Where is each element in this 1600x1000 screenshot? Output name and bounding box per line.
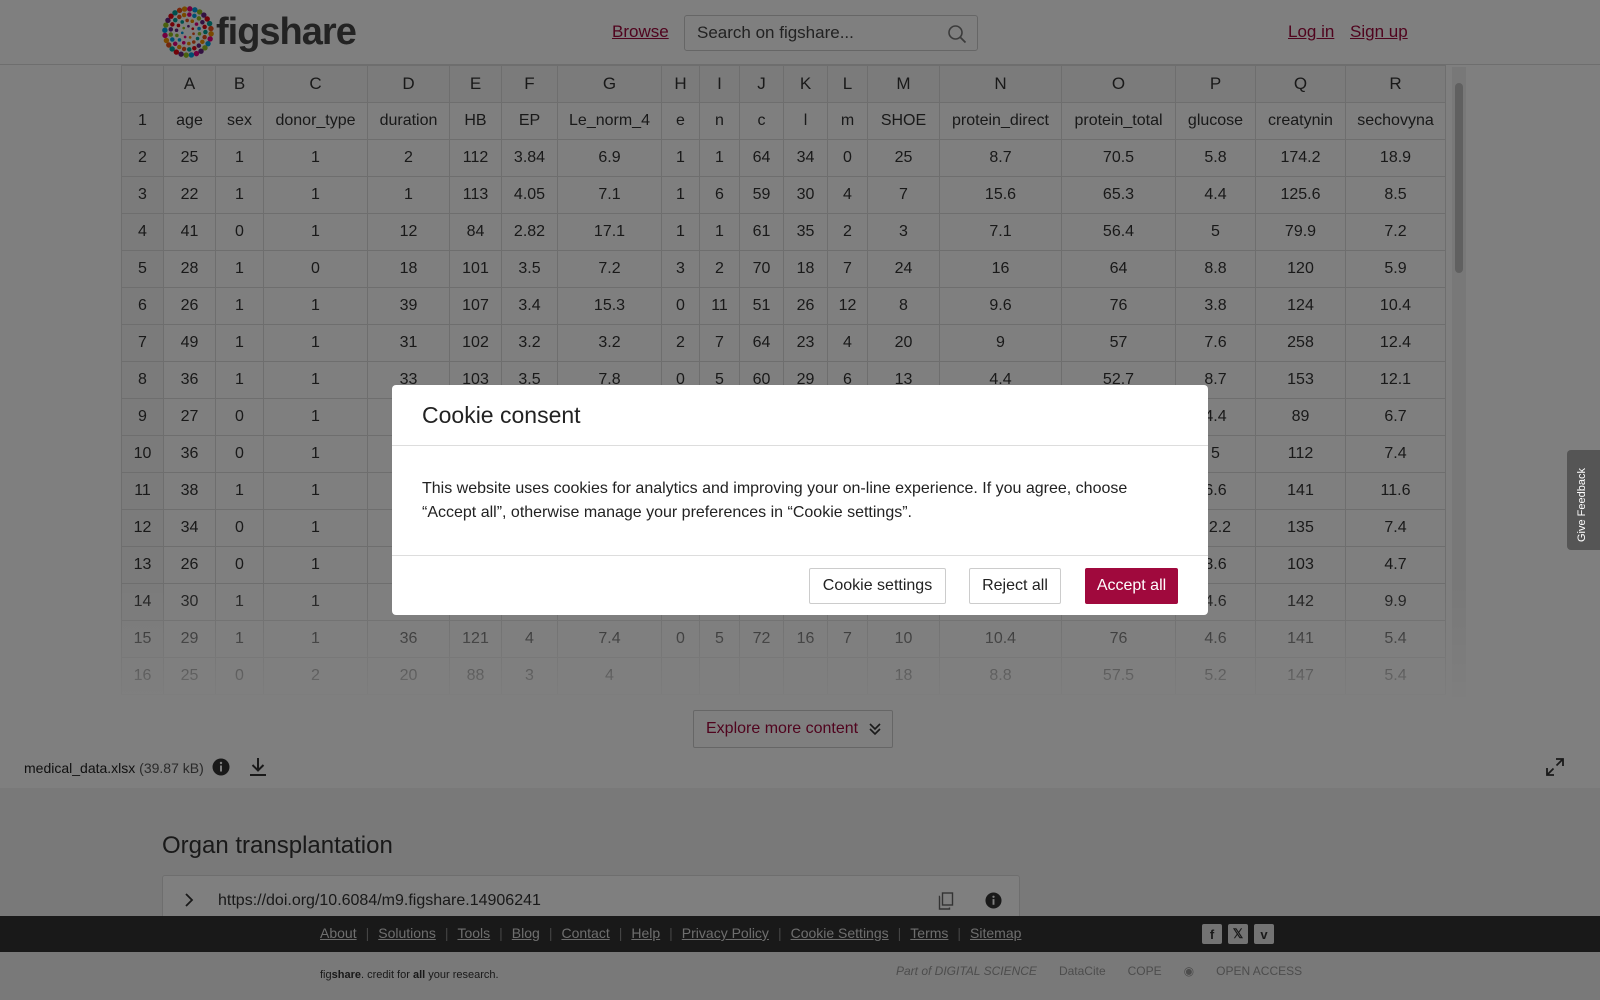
modal-footer: Cookie settings Reject all Accept all bbox=[392, 556, 1208, 615]
modal-title: Cookie consent bbox=[422, 402, 581, 428]
reject-all-button[interactable]: Reject all bbox=[969, 568, 1061, 604]
modal-header: Cookie consent bbox=[392, 385, 1208, 446]
accept-all-button[interactable]: Accept all bbox=[1085, 568, 1178, 604]
give-feedback-tab[interactable]: Give Feedback bbox=[1567, 450, 1600, 550]
cookie-settings-button[interactable]: Cookie settings bbox=[809, 568, 946, 604]
cookie-consent-dialog: Cookie consent This website uses cookies… bbox=[392, 385, 1208, 615]
give-feedback-label: Give Feedback bbox=[1576, 468, 1588, 542]
modal-body: This website uses cookies for analytics … bbox=[392, 446, 1208, 556]
